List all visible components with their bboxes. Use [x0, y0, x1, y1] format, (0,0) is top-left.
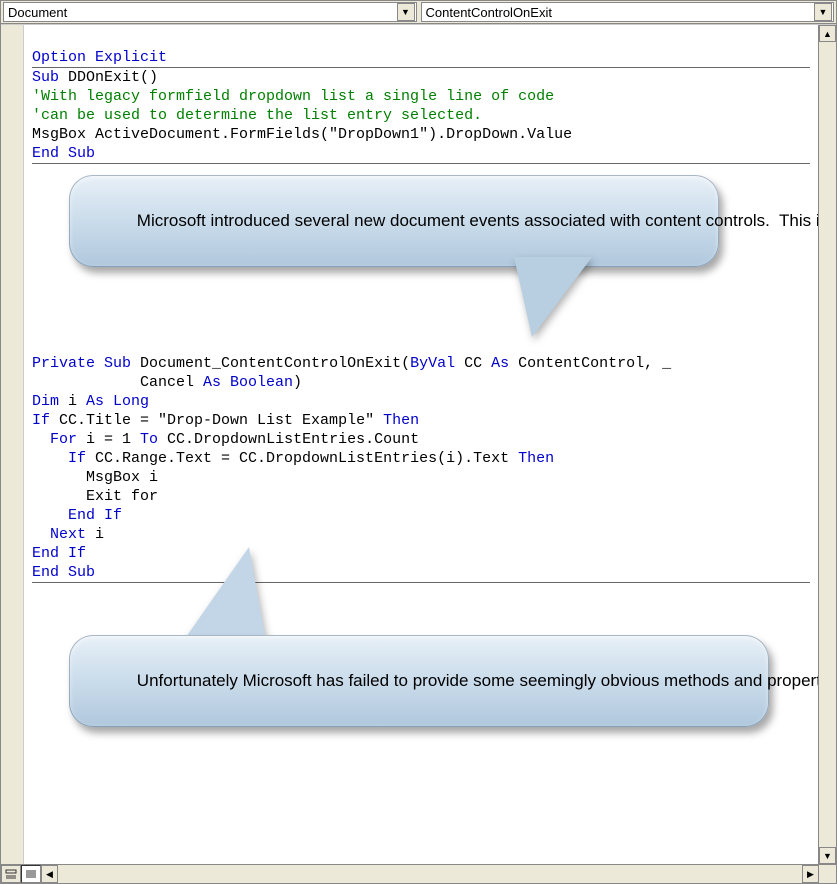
callout-tail-icon: [514, 257, 592, 337]
code-token: CC.DropdownListEntries.Count: [158, 431, 419, 448]
code-token: If: [32, 450, 86, 467]
code-token: End If: [32, 545, 86, 562]
code-token: Cancel: [32, 374, 203, 391]
full-module-view-button[interactable]: [21, 865, 41, 883]
code-token: ByVal: [410, 355, 455, 372]
object-dropdown-text: Document: [8, 5, 397, 20]
code-token: CC: [455, 355, 491, 372]
code-token: CC.Title = "Drop-Down List Example": [50, 412, 383, 429]
scroll-right-arrow-icon[interactable]: ▶: [802, 865, 819, 883]
code-token: End If: [32, 507, 122, 524]
code-container: Option Explicit Sub DDOnExit() 'With leg…: [1, 24, 836, 864]
code-editor[interactable]: Option Explicit Sub DDOnExit() 'With leg…: [24, 25, 818, 864]
margin-indicator-bar: [1, 25, 24, 864]
scroll-left-arrow-icon[interactable]: ◀: [41, 865, 58, 883]
code-token: As: [491, 355, 509, 372]
scroll-track[interactable]: [58, 865, 802, 883]
procedure-separator: [32, 67, 810, 68]
dropdown-arrow-icon[interactable]: ▼: [397, 3, 415, 21]
code-token: To: [140, 431, 158, 448]
callout-text: Microsoft introduced several new documen…: [137, 211, 818, 230]
code-token: i: [59, 393, 86, 410]
code-token: Next: [32, 526, 86, 543]
scroll-up-arrow-icon[interactable]: ▲: [819, 25, 836, 42]
full-module-view-icon: [25, 869, 37, 879]
code-token: Explicit: [95, 49, 167, 66]
scroll-thumb[interactable]: [819, 43, 836, 846]
code-token: Sub: [32, 69, 59, 86]
code-token: ): [293, 374, 302, 391]
code-token: MsgBox ActiveDocument.FormFields("DropDo…: [32, 126, 572, 143]
code-token: MsgBox i: [32, 469, 158, 486]
code-token: End Sub: [32, 145, 95, 162]
code-comment: 'can be used to determine the list entry…: [32, 107, 482, 124]
code-token: Then: [518, 450, 554, 467]
code-token: As Long: [86, 393, 149, 410]
code-token: Dim: [32, 393, 59, 410]
code-token: i = 1: [77, 431, 140, 448]
annotation-callout-2: Unfortunately Microsoft has failed to pr…: [69, 635, 769, 727]
code-token: CC.Range.Text = CC.DropdownListEntries(i…: [86, 450, 518, 467]
code-token: Option: [32, 49, 86, 66]
bottom-bar: ◀ ▶: [1, 864, 836, 883]
procedure-view-button[interactable]: [1, 865, 21, 883]
procedure-separator: [32, 582, 810, 583]
procedure-view-icon: [5, 869, 17, 879]
code-token: For: [32, 431, 77, 448]
object-dropdown[interactable]: Document ▼: [3, 2, 417, 22]
vertical-scrollbar[interactable]: ▲ ▼: [818, 25, 836, 864]
callout-tail-icon: [179, 547, 267, 647]
procedure-separator: [32, 163, 810, 164]
dropdown-arrow-icon[interactable]: ▼: [814, 3, 832, 21]
code-token: If: [32, 412, 50, 429]
code-token: Then: [383, 412, 419, 429]
object-procedure-bar: Document ▼ ContentControlOnExit ▼: [1, 1, 836, 24]
size-grip[interactable]: [819, 865, 836, 883]
callout-text: Unfortunately Microsoft has failed to pr…: [137, 671, 818, 690]
code-comment: 'With legacy formfield dropdown list a s…: [32, 88, 554, 105]
procedure-dropdown-text: ContentControlOnExit: [426, 5, 815, 20]
code-token: Document_ContentControlOnExit(: [131, 355, 410, 372]
code-token: Exit for: [32, 488, 158, 505]
code-token: As Boolean: [203, 374, 293, 391]
code-token: ContentControl, _: [509, 355, 671, 372]
procedure-dropdown[interactable]: ContentControlOnExit ▼: [421, 2, 835, 22]
scroll-down-arrow-icon[interactable]: ▼: [819, 847, 836, 864]
code-token: DDOnExit(): [59, 69, 158, 86]
code-token: i: [86, 526, 104, 543]
vbe-code-window: Document ▼ ContentControlOnExit ▼ Option…: [0, 0, 837, 884]
horizontal-scrollbar[interactable]: ◀ ▶: [41, 865, 819, 883]
code-token: Private Sub: [32, 355, 131, 372]
code-token: End Sub: [32, 564, 95, 581]
annotation-callout-1: Microsoft introduced several new documen…: [69, 175, 719, 267]
